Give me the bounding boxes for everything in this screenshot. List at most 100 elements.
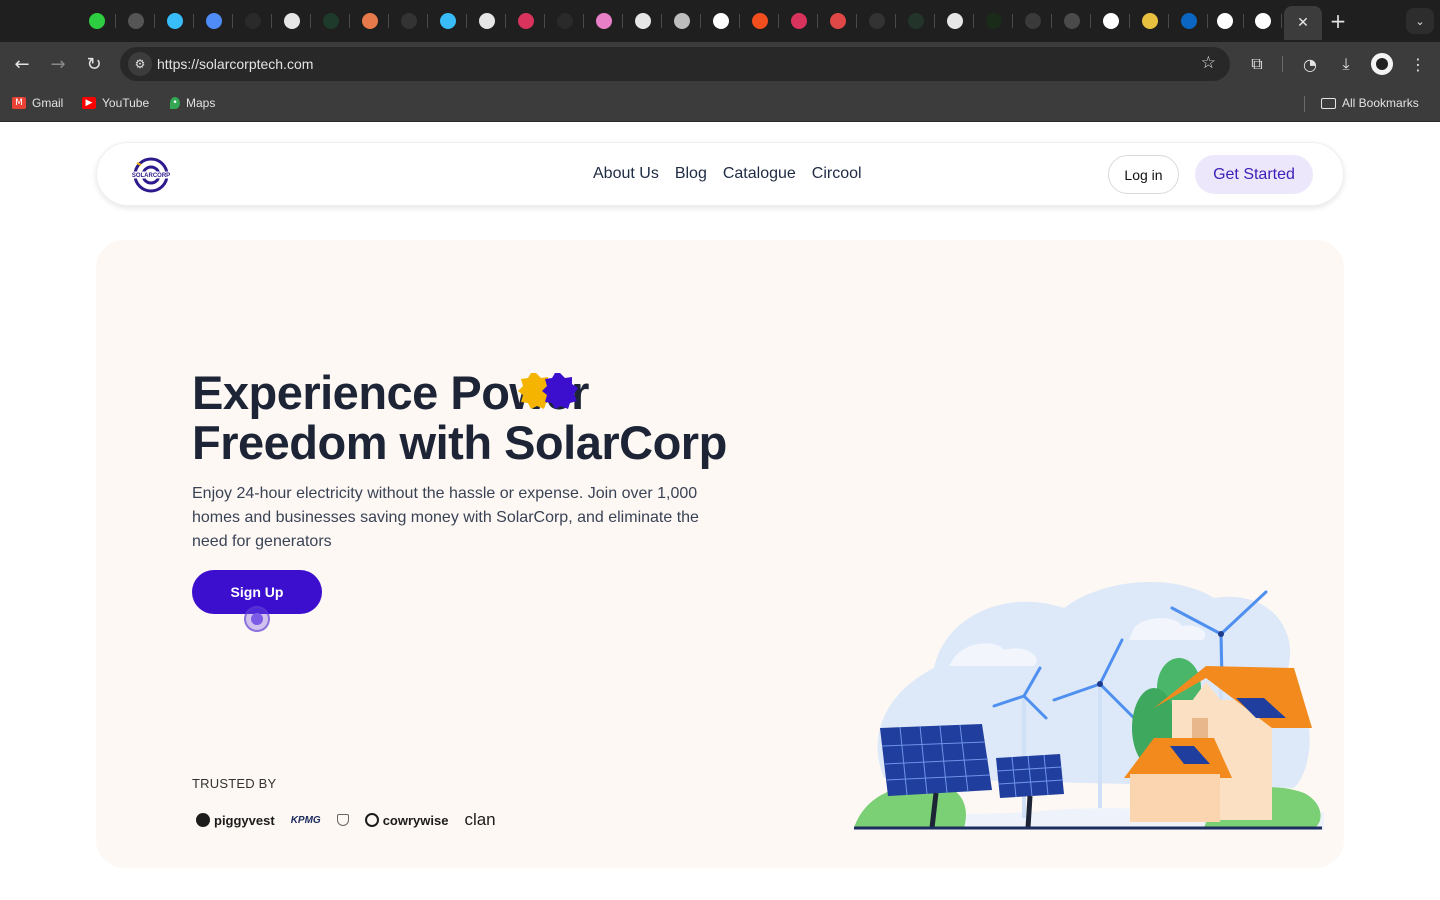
browser-tab[interactable] [624,8,662,34]
google-icon [713,13,729,29]
logo-text: SOLARCORP [132,173,170,179]
piggy-icon [196,813,210,827]
shield-logo-icon [336,814,349,826]
zb-icon [830,13,846,29]
openai-icon [674,13,690,29]
bookmark-youtube[interactable]: ▶ YouTube [82,96,149,110]
blank-tab-icon [245,13,261,29]
browser-tab[interactable] [858,8,896,34]
downloads-icon[interactable]: ⤓ [1334,52,1358,76]
kpmg-logo: KPMG [290,814,321,826]
hero-headline: Experience Power Freedom with SolarCorp [192,368,792,468]
active-tab[interactable]: ✕ [1284,6,1322,40]
folder-icon [1321,97,1336,109]
browser-tab[interactable] [1244,8,1282,34]
browser-tab[interactable] [546,8,584,34]
google-icon [1255,13,1271,29]
new-tab-button[interactable]: + [1326,9,1350,33]
profile-avatar[interactable] [1371,53,1393,75]
solarcorp-logo[interactable]: SOLARCORP [127,155,175,195]
nav-circool[interactable]: Circool [812,165,862,183]
check-icon [986,13,1002,29]
browser-tab[interactable] [78,8,116,34]
site-navbar: SOLARCORP About Us Blog Catalogue Circoo… [96,142,1344,206]
address-bar[interactable]: ⚙ https://solarcorptech.com ☆ [120,47,1230,81]
figma-icon [752,13,768,29]
back-button[interactable]: ← [8,50,36,78]
browser-tab[interactable] [117,8,155,34]
clan-logo: clan [464,810,496,829]
browser-tab[interactable] [156,8,194,34]
all-bookmarks[interactable]: All Bookmarks [1321,96,1419,110]
bookmark-star-icon[interactable]: ☆ [1201,53,1216,73]
claude-icon [362,13,378,29]
nav-about-us[interactable]: About Us [593,165,659,183]
browser-tab[interactable] [663,8,701,34]
piggyvest-text: piggyvest [214,812,275,828]
browser-tab[interactable] [1092,8,1130,34]
get-started-button[interactable]: Get Started [1195,155,1313,194]
browser-toolbar: ← → ↻ ⚙ https://solarcorptech.com ☆ ⧉ ◔ … [0,42,1440,86]
tab-search-button[interactable]: ⌄ [1406,8,1434,34]
browser-tab[interactable] [819,8,857,34]
close-tab-icon[interactable]: ✕ [1297,15,1309,31]
browser-tab[interactable] [897,8,935,34]
forward-button[interactable]: → [44,50,72,78]
bookmarks-bar: M Gmail ▶ YouTube • Maps All Bookmarks [0,86,1440,122]
openai-icon [284,13,300,29]
slash-circle-icon [128,13,144,29]
cursor-app-icon [323,13,339,29]
browser-tab[interactable] [312,8,350,34]
cowry-icon [364,813,379,827]
nav-catalogue[interactable]: Catalogue [723,165,796,183]
browser-tab[interactable] [975,8,1013,34]
tab-strip: ✕ [0,0,1440,42]
nav-blog[interactable]: Blog [675,165,707,183]
bookmark-maps[interactable]: • Maps [170,96,215,110]
github-icon [635,13,651,29]
browser-tab[interactable] [585,8,623,34]
colorful-icon [1142,13,1158,29]
browser-tab[interactable] [1131,8,1169,34]
browser-tab[interactable] [936,8,974,34]
browser-tab[interactable] [351,8,389,34]
partner-logos: piggyvest KPMG cowrywise clan [196,810,496,830]
browser-tab[interactable] [1014,8,1052,34]
browser-tab[interactable] [468,8,506,34]
extensions-icon[interactable]: ⧉ [1245,52,1269,76]
browser-tab[interactable] [507,8,545,34]
page-content: SOLARCORP About Us Blog Catalogue Circoo… [0,122,1440,900]
browser-tab[interactable] [780,8,818,34]
cursor-indicator [244,606,270,632]
browser-tab[interactable] [234,8,272,34]
browser-tab[interactable] [390,8,428,34]
browser-tab[interactable] [741,8,779,34]
mlr-icon [1025,13,1041,29]
browser-tab[interactable] [702,8,740,34]
browser-tab[interactable] [195,8,233,34]
menu-icon[interactable]: ⋮ [1406,52,1430,76]
site-settings-icon[interactable]: ⚙ [128,52,152,76]
hero-section: Experience Power Freedom with SolarCorp … [96,240,1344,868]
github-icon [947,13,963,29]
login-button[interactable]: Log in [1108,155,1179,194]
blank-tab-icon [908,13,924,29]
bookmark-label: Maps [186,96,216,110]
browser-tab[interactable] [1170,8,1208,34]
tailwind-icon [440,13,456,29]
url-text[interactable]: https://solarcorptech.com [157,56,313,72]
google-icon [1217,13,1233,29]
bookmark-gmail[interactable]: M Gmail [12,96,63,110]
sun-gears-icon [518,373,578,409]
performance-icon[interactable]: ◔ [1298,52,1322,76]
youtube-icon: ▶ [82,97,96,109]
browser-tab[interactable] [1206,8,1244,34]
browser-tab[interactable] [273,8,311,34]
browser-tab[interactable] [1053,8,1091,34]
browser-tab[interactable] [429,8,467,34]
openai-icon [479,13,495,29]
sparkle-icon [206,13,222,29]
hero-subtext: Enjoy 24-hour electricity without the ha… [192,485,699,550]
maps-icon: • [170,97,180,109]
reload-button[interactable]: ↻ [80,50,108,78]
